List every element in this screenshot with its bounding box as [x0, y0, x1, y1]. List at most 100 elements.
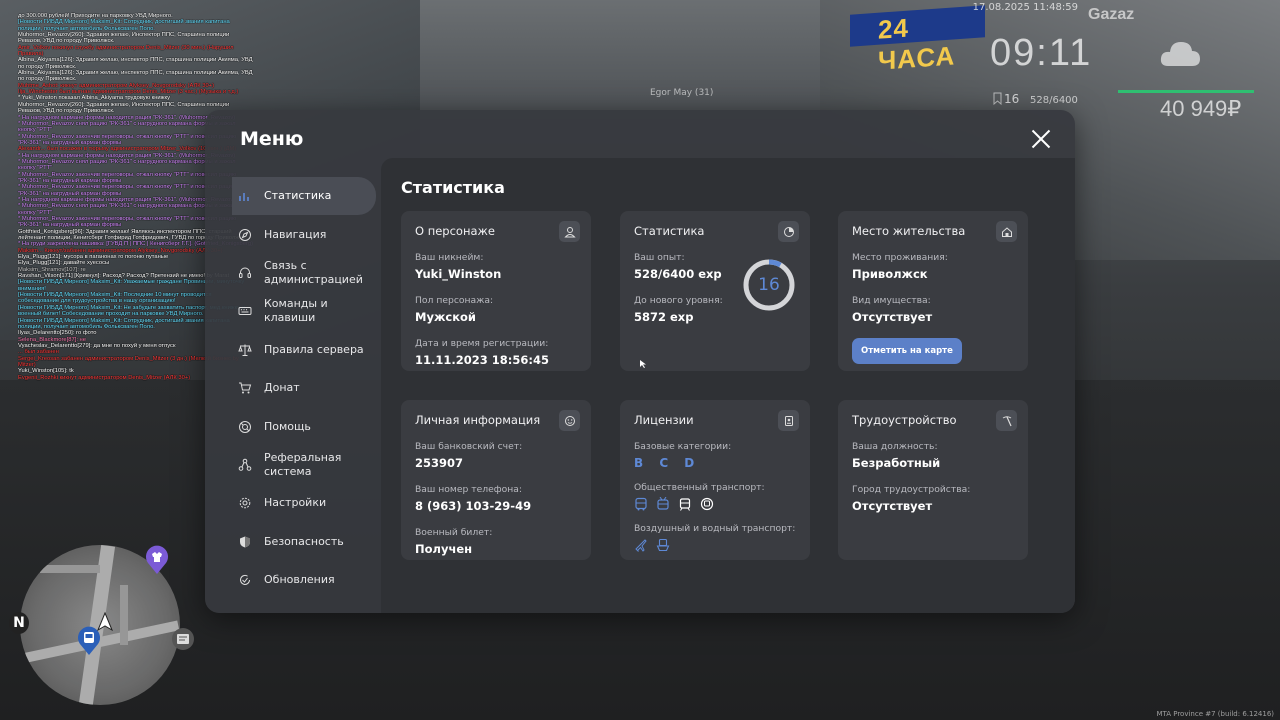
nickname-label: Ваш никнейм:	[415, 252, 484, 263]
boat-icon	[656, 538, 670, 552]
gender-label: Пол персонажа:	[415, 295, 494, 306]
cloud-icon	[1160, 42, 1200, 66]
metro-icon	[700, 497, 714, 511]
property-label: Вид имущества:	[852, 295, 931, 306]
cart-icon	[239, 382, 252, 394]
face-icon	[559, 410, 580, 431]
pickaxe-icon	[996, 410, 1017, 431]
close-icon[interactable]	[1030, 128, 1052, 150]
chat-line: Amir_Volkov покинул службу администратор…	[18, 44, 234, 58]
nav-item-label: Настройки	[264, 496, 327, 510]
chat-line: [Новости ГИБДД Мирного] Maksim_Kit: Сотр…	[18, 19, 230, 32]
update-icon	[240, 575, 250, 586]
nav-item-label: Реферальная система	[264, 450, 342, 478]
build-version: MTA Province #7 (build: 6.12416)	[1156, 710, 1274, 718]
phone-value: 8 (963) 103-29-49	[415, 499, 532, 513]
headset-icon	[239, 267, 251, 278]
license-categories: B C D	[634, 456, 701, 470]
player-arrow-icon	[96, 612, 114, 632]
nav-item-4[interactable]: Команды и клавиши	[232, 292, 376, 330]
keyboard-icon	[238, 307, 252, 316]
tram-icon	[679, 498, 691, 511]
card-residence-title: Место жительства	[852, 224, 966, 238]
shield-icon	[240, 536, 250, 548]
nav-item-9[interactable]: Настройки	[232, 484, 376, 522]
card-residence: Место жительства Место проживания: Приво…	[838, 211, 1028, 371]
property-value: Отсутствует	[852, 310, 933, 324]
chat-line: Albina_Akiyama[126]: Здравия желаю, инсп…	[18, 70, 253, 83]
residence-place-label: Место проживания:	[852, 252, 948, 263]
content-title: Статистика	[401, 178, 505, 197]
health-bar	[1118, 90, 1254, 93]
chat-line: Albina_Akiyama[126]: Здравия желаю, инсп…	[18, 57, 253, 70]
badge-icon	[778, 410, 799, 431]
nav-item-11[interactable]: Обновления	[232, 561, 376, 599]
mouse-cursor-icon	[640, 360, 646, 368]
job-city-value: Отсутствует	[852, 499, 933, 513]
player-nametag: Egor May (31)	[650, 88, 714, 98]
phone-label: Ваш номер телефона:	[415, 484, 522, 495]
menu-nav: Статистика Навигация Связь с администрацие…	[232, 177, 376, 599]
pie-chart-icon	[778, 221, 799, 242]
position-value: Безработный	[852, 456, 941, 470]
military-value: Получен	[415, 542, 473, 556]
nav-item-10[interactable]: Безопасность	[232, 523, 376, 561]
nickname-value: Yuki_Winston	[415, 267, 502, 281]
air-water-transport-label: Воздушный и водный транспорт:	[634, 523, 796, 534]
position-label: Ваша должность:	[852, 441, 938, 452]
store-brand: Gazaz	[1088, 6, 1135, 23]
card-personal: Личная информация Ваш банковский счет: 2…	[401, 400, 591, 560]
card-character: О персонаже Ваш никнейм: Yuki_Winston По…	[401, 211, 591, 371]
hud-level: 16	[1004, 92, 1020, 106]
hud-exp: 528/6400	[1030, 95, 1078, 106]
user-icon	[559, 221, 580, 242]
bank-value: 253907	[415, 456, 464, 470]
chart-icon	[239, 193, 249, 202]
card-licenses-title: Лицензии	[634, 413, 694, 427]
nav-item-8[interactable]: Реферальная система	[232, 446, 376, 484]
gender-value: Мужской	[415, 310, 476, 324]
nav-item-label: Команды и клавиши	[264, 297, 328, 325]
shop-sign-text: 24 ЧАСА	[878, 12, 956, 76]
house-icon	[996, 221, 1017, 242]
chat-line: Muhormor_Revazov[260]: Здравия желаю, Ин…	[18, 32, 230, 45]
minimap-north-indicator: N	[9, 612, 29, 634]
card-personal-title: Личная информация	[415, 413, 541, 427]
hud-money: 40 949₽	[1160, 96, 1242, 121]
public-transport-label: Общественный транспорт:	[634, 482, 765, 493]
card-character-title: О персонаже	[415, 224, 495, 238]
nav-item-2[interactable]: Навигация	[232, 215, 376, 253]
nav-item-label: Статистика	[264, 189, 332, 203]
help-icon	[239, 420, 251, 433]
plane-icon	[635, 539, 647, 552]
nav-item-7[interactable]: Помощь	[232, 407, 376, 445]
nav-item-label: Связь с администрацией	[264, 258, 363, 286]
residence-place-value: Приволжск	[852, 267, 928, 281]
base-categories-label: Базовые категории:	[634, 441, 732, 452]
menu-title: Меню	[240, 128, 304, 150]
military-label: Военный билет:	[415, 527, 493, 538]
level-number: 16	[758, 275, 780, 295]
hud-datetime: 17.08.2025 11:48:59	[972, 2, 1078, 13]
trolleybus-icon	[657, 497, 669, 510]
gear-icon	[239, 498, 251, 509]
nav-item-1[interactable]: Статистика	[232, 177, 376, 216]
registration-label: Дата и время регистрации:	[415, 338, 549, 349]
mark-on-map-button[interactable]: Отметить на карте	[852, 338, 962, 364]
card-job-title: Трудоустройство	[852, 413, 957, 427]
level-icon	[993, 92, 1002, 105]
card-stats-title: Статистика	[634, 224, 705, 238]
nav-item-3[interactable]: Связь с администрацией	[232, 254, 376, 292]
nav-item-label: Правила сервера	[264, 342, 364, 356]
registration-value: 11.11.2023 18:56:45	[415, 353, 549, 367]
nav-item-label: Обновления	[264, 573, 335, 587]
nav-item-5[interactable]: Правила сервера	[232, 331, 376, 369]
document-marker-icon	[172, 628, 194, 650]
card-licenses: Лицензии Базовые категории: B C D Общест…	[620, 400, 810, 560]
compass-icon	[239, 228, 251, 241]
bank-label: Ваш банковский счет:	[415, 441, 523, 452]
nav-item-label: Безопасность	[264, 534, 344, 548]
nav-item-6[interactable]: Донат	[232, 369, 376, 407]
referral-icon	[238, 458, 252, 471]
card-job: Трудоустройство Ваша должность: Безработ…	[838, 400, 1028, 560]
